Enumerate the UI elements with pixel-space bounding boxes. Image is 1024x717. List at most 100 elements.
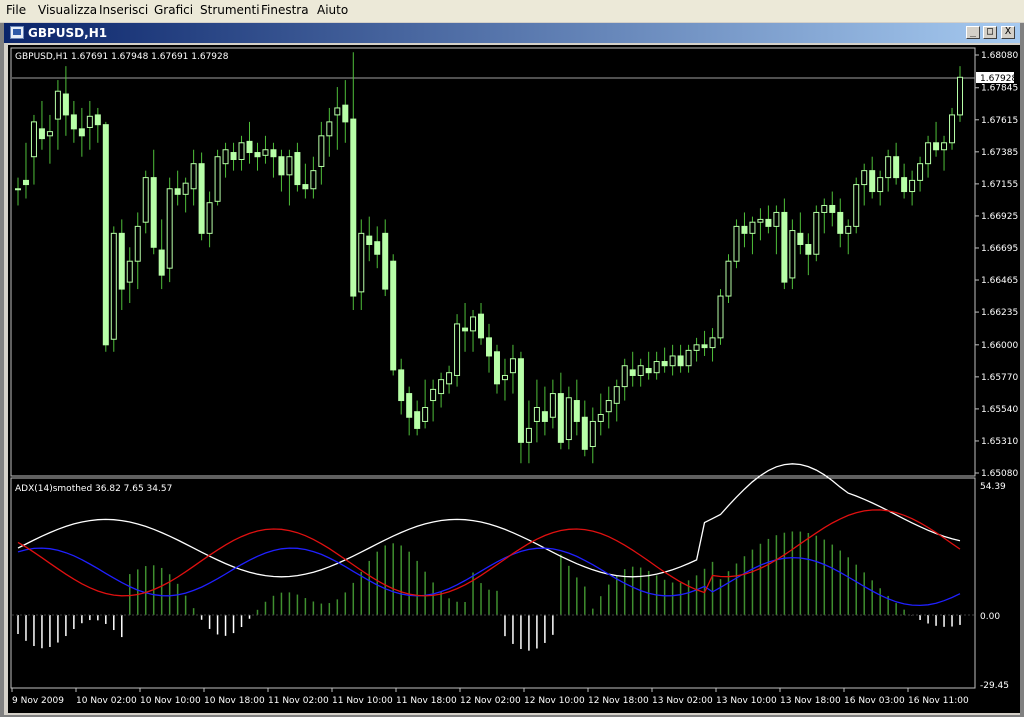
candle-body xyxy=(741,225,748,234)
candle-body xyxy=(94,114,101,126)
candle-body xyxy=(661,361,668,367)
candle-body xyxy=(909,179,916,193)
menu-strumenti[interactable]: Strumenti xyxy=(200,3,260,17)
candle-body xyxy=(525,427,532,443)
candle-body xyxy=(142,177,149,223)
candle-body xyxy=(294,152,301,186)
minimize-button[interactable]: _ xyxy=(966,26,980,39)
adx-label-top: 54.39 xyxy=(980,482,1006,492)
candle-body xyxy=(677,355,684,367)
candle-body xyxy=(390,260,397,371)
candle-body xyxy=(773,211,780,227)
candle-body xyxy=(549,393,556,418)
time-label: 11 Nov 18:00 xyxy=(396,696,457,706)
candle-body xyxy=(174,188,181,195)
candle-body xyxy=(629,369,636,376)
candle-body xyxy=(102,124,109,346)
candle-body xyxy=(613,386,620,404)
main-panel-frame xyxy=(10,47,976,477)
candle-body xyxy=(821,204,828,213)
time-label: 11 Nov 02:00 xyxy=(268,696,329,706)
candle-body xyxy=(845,225,852,234)
candle-body xyxy=(366,235,373,245)
menu-aiuto[interactable]: Aiuto xyxy=(317,3,348,17)
candle-body xyxy=(757,218,764,223)
price-label: 1.66925 xyxy=(981,212,1018,222)
candle-body xyxy=(837,211,844,234)
candle-body xyxy=(470,316,477,332)
candle-body xyxy=(725,260,732,297)
price-label: 1.66695 xyxy=(981,244,1018,254)
candle-body xyxy=(653,361,660,374)
candle-body xyxy=(781,211,788,283)
time-label: 13 Nov 02:00 xyxy=(652,696,713,706)
candle-body xyxy=(358,232,365,293)
price-label: 1.66465 xyxy=(981,276,1018,286)
time-label: 12 Nov 10:00 xyxy=(524,696,585,706)
candle-body xyxy=(118,232,125,290)
menu-grafici[interactable]: Grafici xyxy=(154,3,193,17)
candle-body xyxy=(885,156,892,179)
candle-body xyxy=(318,135,325,167)
time-label: 13 Nov 18:00 xyxy=(780,696,841,706)
candle-body xyxy=(462,327,469,332)
price-label: 1.68080 xyxy=(981,51,1018,61)
candle-body xyxy=(669,355,676,367)
main-panel-info: GBPUSD,H1 1.67691 1.67948 1.67691 1.6792… xyxy=(15,52,229,62)
candle-body xyxy=(110,232,117,340)
chart-window-titlebar[interactable]: GBPUSD,H1 _ □ X xyxy=(4,23,1020,43)
candle-body xyxy=(334,107,341,116)
candle-body xyxy=(693,344,700,351)
menu-finestra[interactable]: Finestra xyxy=(261,3,309,17)
candle-body xyxy=(933,142,940,151)
candle-body xyxy=(685,349,692,367)
chart-area[interactable]: 1.68080 1.67845 1.67615 1.67385 1.67155 1.669… xyxy=(8,45,1020,713)
candle-body xyxy=(941,142,948,151)
close-button[interactable]: X xyxy=(1001,26,1015,39)
candle-body xyxy=(541,411,548,422)
adx-line xyxy=(17,463,961,578)
candle-body xyxy=(150,177,157,248)
candle-body xyxy=(717,295,724,339)
candle-body xyxy=(406,393,413,418)
candle-body xyxy=(709,337,716,349)
candle-body xyxy=(54,90,61,120)
menu-inserisci[interactable]: Inserisci xyxy=(99,3,148,17)
candle-body xyxy=(46,131,53,137)
price-label: 1.65310 xyxy=(981,437,1018,447)
candle-body xyxy=(813,211,820,255)
adx-panel-frame xyxy=(10,477,976,689)
candle-body xyxy=(877,177,884,193)
candle-body xyxy=(749,221,756,234)
candle-body xyxy=(517,358,524,443)
candle-body xyxy=(214,156,221,202)
candle-body xyxy=(182,182,189,195)
candle-body xyxy=(222,149,229,165)
price-label: 1.67385 xyxy=(981,148,1018,158)
candle-body xyxy=(86,115,93,128)
price-chart-svg[interactable]: 1.68080 1.67845 1.67615 1.67385 1.67155 1.669… xyxy=(8,45,1020,713)
candle-body xyxy=(238,142,245,160)
candle-body xyxy=(501,374,508,381)
adx-panel-info: ADX(14)smothed 36.82 7.65 34.57 xyxy=(15,484,172,494)
menu-file[interactable]: File xyxy=(6,3,26,17)
candle-body xyxy=(350,118,357,297)
candle-body xyxy=(70,114,77,130)
candle-body xyxy=(382,232,389,290)
candle-body xyxy=(230,152,237,160)
time-label: 16 Nov 03:00 xyxy=(844,696,905,706)
candle-body xyxy=(206,202,213,234)
candle-body xyxy=(310,170,317,190)
candle-body xyxy=(22,179,29,186)
menu-visualizza[interactable]: Visualizza xyxy=(38,3,97,17)
candle-body xyxy=(917,163,924,181)
chart-window-icon xyxy=(10,26,24,39)
candle-body xyxy=(829,204,836,213)
candle-body xyxy=(422,407,429,422)
time-axis: 9 Nov 2009 10 Nov 02:00 10 Nov 10:00 10 Nov… xyxy=(11,688,969,706)
candle-body xyxy=(166,188,173,269)
restore-button[interactable]: □ xyxy=(983,26,997,39)
candle-body xyxy=(126,260,133,283)
candle-body xyxy=(861,170,868,186)
candle-body xyxy=(853,184,860,227)
